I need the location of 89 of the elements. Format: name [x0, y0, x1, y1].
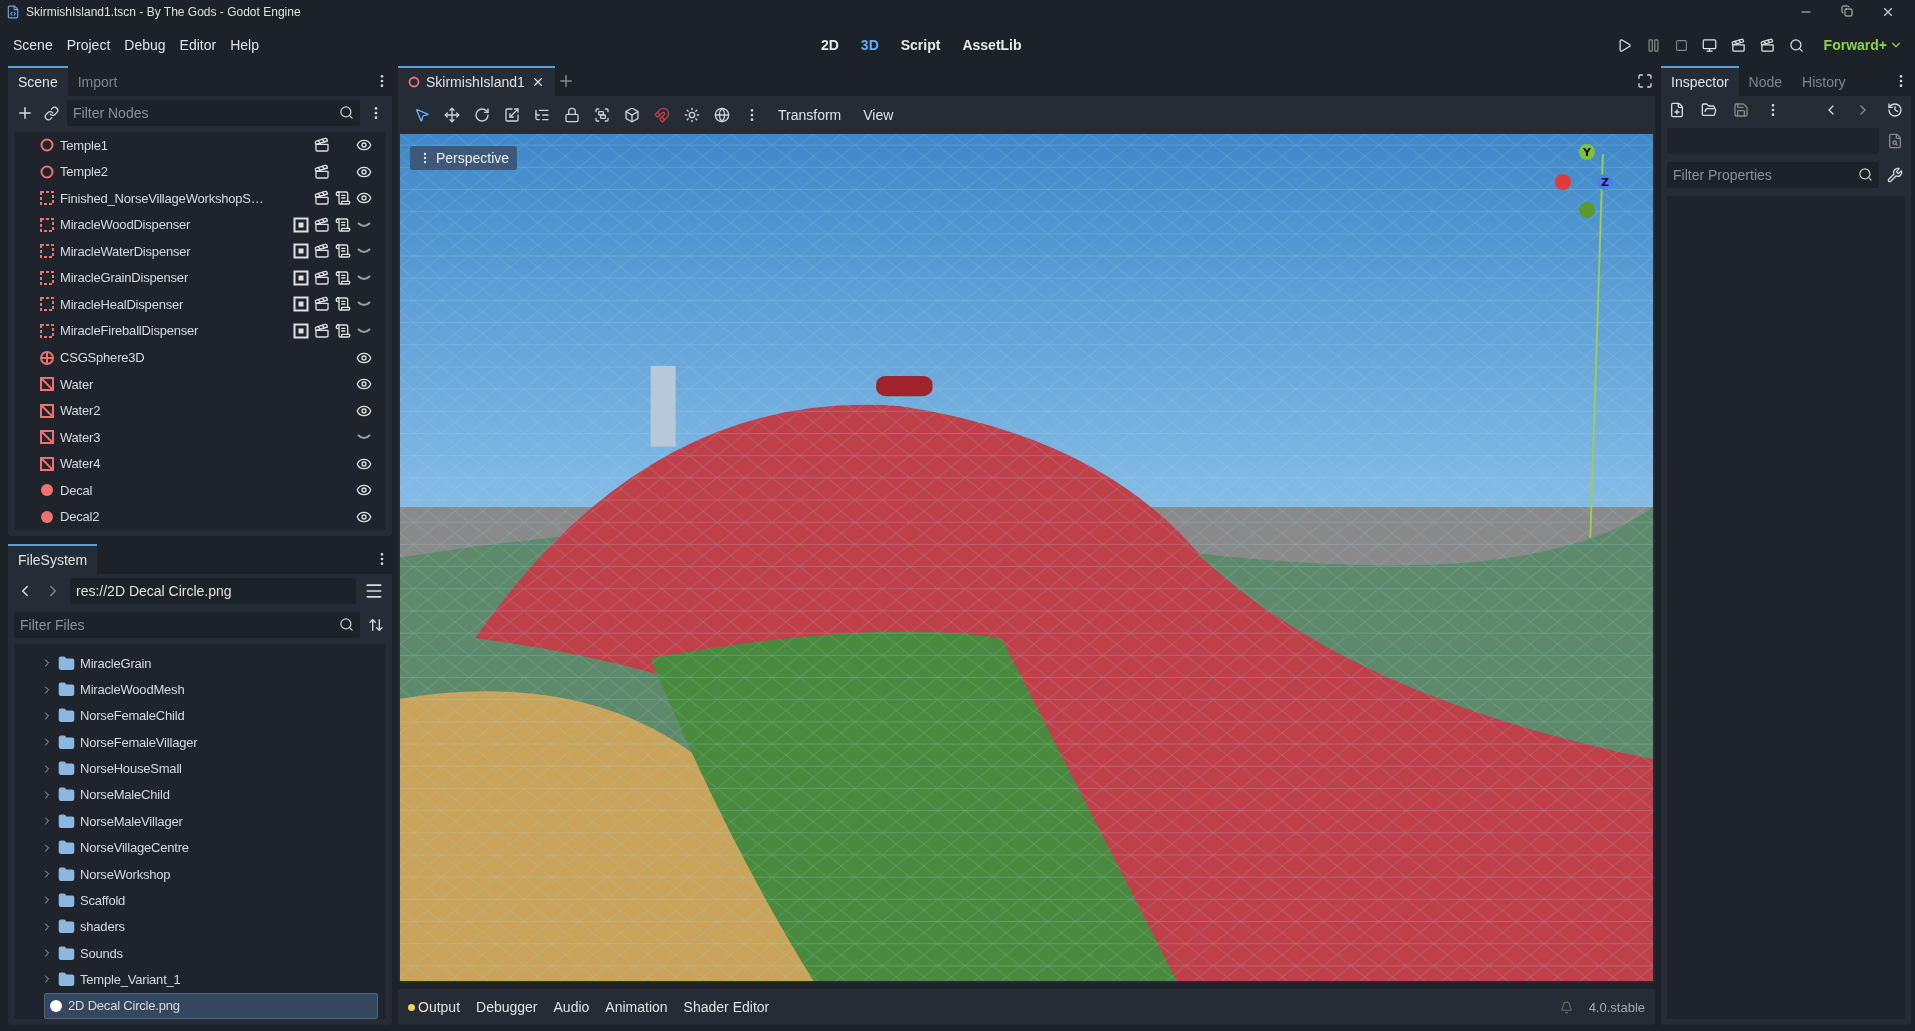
- node-name: Decal2: [60, 509, 100, 525]
- file-tree-item[interactable]: NorseMaleChild: [36, 781, 378, 809]
- editor-tab[interactable]: SkirmishIsland1: [398, 66, 555, 96]
- filter-properties-field[interactable]: Filter Properties: [1667, 162, 1879, 188]
- file-name: NorseHouseSmall: [80, 761, 182, 777]
- node-name: Decal: [60, 482, 93, 498]
- dock-tab[interactable]: Inspector: [1661, 66, 1739, 96]
- node-name: Water4: [60, 456, 101, 472]
- menu-item[interactable]: Scene: [6, 33, 60, 57]
- file-name: Temple_Variant_1: [80, 972, 181, 987]
- file-tree-item[interactable]: NorseFemaleChild: [36, 702, 378, 730]
- file-tree-item[interactable]: Sounds: [36, 939, 378, 967]
- node-name: Water2: [60, 403, 101, 419]
- workspace-button[interactable]: 2D: [816, 34, 843, 56]
- scene-tree-node[interactable]: Water4: [34, 450, 378, 477]
- file-tree-item[interactable]: Scaffold: [36, 887, 378, 914]
- file-name: MiracleWoodMesh: [80, 682, 185, 698]
- file-tree-item[interactable]: Temple_Variant_1: [36, 966, 378, 993]
- file-name: MiracleGrain: [80, 655, 152, 671]
- menu-item[interactable]: Project: [59, 33, 118, 57]
- file-name: NorseWorkshop: [80, 866, 171, 882]
- scene-tree-node[interactable]: Decal: [34, 476, 378, 504]
- version-label: 4.0.stable: [1588, 999, 1645, 1015]
- file-tree-item[interactable]: shaders: [36, 913, 378, 940]
- file-name: NorseFemaleVillager: [80, 734, 198, 750]
- scene-tree-node[interactable]: Water: [34, 370, 378, 398]
- workspace-button[interactable]: AssetLib: [958, 34, 1026, 56]
- scene-tree-node[interactable]: MiracleFireballDispenser: [34, 317, 378, 345]
- node-name: Temple1: [60, 137, 108, 153]
- workspace-button[interactable]: Script: [896, 34, 945, 56]
- dock-tab[interactable]: Import: [67, 66, 128, 96]
- path-field[interactable]: res://2D Decal Circle.png: [70, 578, 356, 604]
- scene-tree-node[interactable]: Finished_NorseVillageWorkshopS…: [34, 185, 378, 212]
- workspace-button[interactable]: 3D: [856, 34, 883, 56]
- file-tree-item[interactable]: MiracleGrain: [36, 650, 378, 677]
- file-tree-item[interactable]: NorseWorkshop: [36, 860, 378, 888]
- scene-tree-node[interactable]: MiracleGrainDispenser: [34, 264, 378, 292]
- renderer-dropdown[interactable]: Forward+: [1817, 36, 1909, 54]
- dock-tab[interactable]: Node: [1738, 66, 1793, 96]
- bottom-panel-tab[interactable]: Output: [408, 999, 461, 1015]
- node-name: Temple2: [60, 164, 108, 180]
- file-tree-item[interactable]: NorseHouseSmall: [36, 755, 378, 782]
- scene-tree-node[interactable]: Temple2: [34, 158, 378, 186]
- file-name: shaders: [80, 919, 125, 935]
- file-tree-item[interactable]: MiracleWoodMesh: [36, 676, 378, 703]
- file-tree-item[interactable]: NorseFemaleVillager: [36, 729, 378, 756]
- file-tree-item[interactable]: NorseVillageCentre: [36, 834, 378, 861]
- dock-tab[interactable]: FileSystem: [8, 544, 98, 574]
- node-name: MiracleFireballDispenser: [60, 323, 199, 339]
- filter-files-field[interactable]: Filter Files: [14, 612, 360, 638]
- scene-tree-node[interactable]: Decal2: [34, 503, 378, 530]
- file-name: Scaffold: [80, 892, 126, 908]
- bottom-panel-tab[interactable]: Shader Editor: [683, 999, 770, 1015]
- file-name: 2D Decal Circle.png: [68, 998, 180, 1014]
- file-name: NorseFemaleChild: [80, 708, 185, 724]
- node-name: CSGSphere3D: [60, 350, 145, 365]
- bottom-panel-tab[interactable]: Debugger: [476, 999, 538, 1015]
- file-tree-item[interactable]: NorseMaleVillager: [36, 808, 378, 835]
- file-name: NorseVillageCentre: [80, 840, 189, 856]
- scene-tree-node[interactable]: CSGSphere3D: [34, 344, 378, 371]
- scene-tree-node[interactable]: Water3: [34, 423, 378, 451]
- node-name: MiracleGrainDispenser: [60, 270, 188, 286]
- file-name: Sounds: [80, 945, 123, 961]
- scene-tree-node[interactable]: MiracleWoodDispenser: [34, 211, 378, 239]
- menu-item[interactable]: Editor: [172, 33, 224, 57]
- perspective-menu-button[interactable]: Perspective: [410, 146, 518, 170]
- scene-tree-node[interactable]: Water2: [34, 397, 378, 424]
- bottom-panel-tab[interactable]: Animation: [605, 999, 668, 1015]
- menu-item[interactable]: Help: [223, 33, 266, 57]
- node-name: Water3: [60, 429, 101, 445]
- dock-tab[interactable]: History: [1792, 66, 1856, 96]
- filter-nodes-field[interactable]: Filter Nodes: [67, 100, 360, 126]
- toolbar-menu[interactable]: View: [857, 106, 900, 124]
- toolbar-menu[interactable]: Transform: [772, 106, 848, 124]
- scene-tree-node[interactable]: MiracleHealDispenser: [34, 291, 378, 318]
- window-title: SkirmishIsland1.tscn - By The Gods - Godot Engine: [26, 5, 302, 19]
- node-name: Water: [60, 376, 94, 392]
- dock-tab[interactable]: Scene: [8, 66, 68, 96]
- file-name: NorseMaleChild: [80, 787, 170, 803]
- file-name: NorseMaleVillager: [80, 813, 183, 829]
- scene-tree-node[interactable]: MiracleWaterDispenser: [34, 238, 378, 265]
- node-name: MiracleWaterDispenser: [60, 243, 191, 259]
- node-name: MiracleHealDispenser: [60, 296, 184, 312]
- menu-item[interactable]: Debug: [117, 33, 173, 57]
- node-name: MiracleWoodDispenser: [60, 217, 191, 233]
- scene-tree-node[interactable]: Temple1: [34, 132, 378, 159]
- file-tree-item[interactable]: 2D Decal Circle.png: [44, 992, 378, 1019]
- bottom-panel-tab[interactable]: Audio: [553, 999, 590, 1015]
- node-name: Finished_NorseVillageWorkshopS…: [60, 190, 264, 206]
